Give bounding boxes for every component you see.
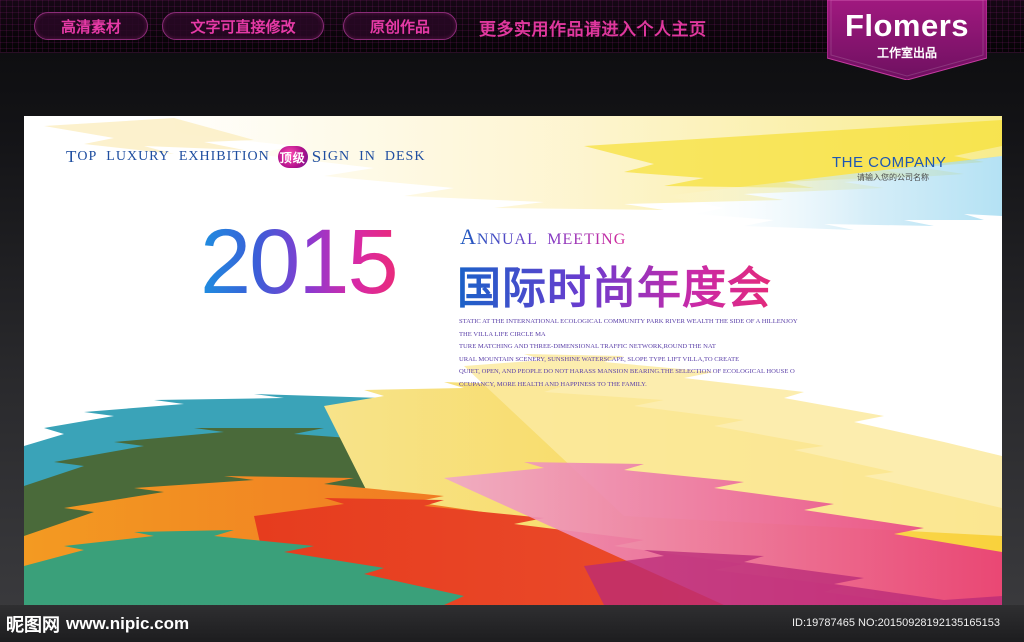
paragraph-line: STATIC AT THE INTERNATIONAL ECOLOGICAL C… <box>459 318 798 325</box>
pill-editable-text: 文字可直接修改 <box>162 12 324 40</box>
top-headline: 更多实用作品请进入个人主页 <box>479 20 707 39</box>
paragraph-line: THE VILLA LIFE CIRCLE MA <box>459 330 546 338</box>
paragraph-line: TURE MATCHING AND THREE-DIMENSIONAL TRAF… <box>459 343 716 351</box>
watermark-id: ID:19787465 NO:20150928192135165153 <box>792 617 1000 629</box>
company-name: THE COMPANY <box>832 154 947 171</box>
paragraph-line: URAL MOUNTAIN SCENERY, SUNSHINE WATERSCA… <box>459 355 740 363</box>
watermark-logo: 昵图网 www.nipic.com <box>6 611 189 637</box>
watermark-bar: 昵图网 www.nipic.com ID:19787465 NO:2015092… <box>0 605 1024 642</box>
watermark-logo-text: 昵图网 <box>6 615 60 635</box>
paragraph-line: CCUPANCY, MORE HEALTH AND HAPPINESS TO T… <box>459 380 647 388</box>
paragraph-line: QUIET, OPEN, AND PEOPLE DO NOT HARASS MA… <box>459 368 795 376</box>
tagline-desk: DESK <box>384 149 426 164</box>
top-level-badge: 顶级 <box>277 146 308 168</box>
brand-badge: Flomers 工作室出品 <box>827 0 987 80</box>
tagline-top-cap: T <box>66 147 78 166</box>
brand-sub: 工作室出品 <box>876 46 937 60</box>
tagline-in: IN <box>359 149 376 164</box>
tagline-luxury: LUXURY <box>106 149 170 164</box>
tagline-exhibition: EXHIBITION <box>178 149 270 164</box>
tagline-sign-cap: S <box>311 147 323 166</box>
body-paragraph: STATIC AT THE INTERNATIONAL ECOLOGICAL C… <box>459 316 849 392</box>
tagline: T OP LUXURY EXHIBITION 顶级 S IGN IN DESK <box>66 146 425 168</box>
chinese-title: 国际时尚年度会 <box>457 252 772 316</box>
company-subtitle: 请输入您的公司名称 <box>857 173 929 182</box>
annual-meeting-heading: ANNUAL MEETING <box>460 224 626 250</box>
watermark-site: www.nipic.com <box>66 614 190 633</box>
pill-hd-material: 高清素材 <box>34 12 148 40</box>
pill-original-work: 原创作品 <box>343 12 457 40</box>
tagline-sign-rest: IGN <box>322 149 351 164</box>
year-heading: 2015 <box>200 211 399 313</box>
annual-rest: NNUAL MEETING <box>476 231 627 248</box>
brand-name: Flomers <box>844 8 970 43</box>
poster-banner: T OP LUXURY EXHIBITION 顶级 S IGN IN DESK TH… <box>24 116 1002 605</box>
annual-cap: A <box>460 224 477 249</box>
tagline-top-rest: OP <box>77 149 98 164</box>
